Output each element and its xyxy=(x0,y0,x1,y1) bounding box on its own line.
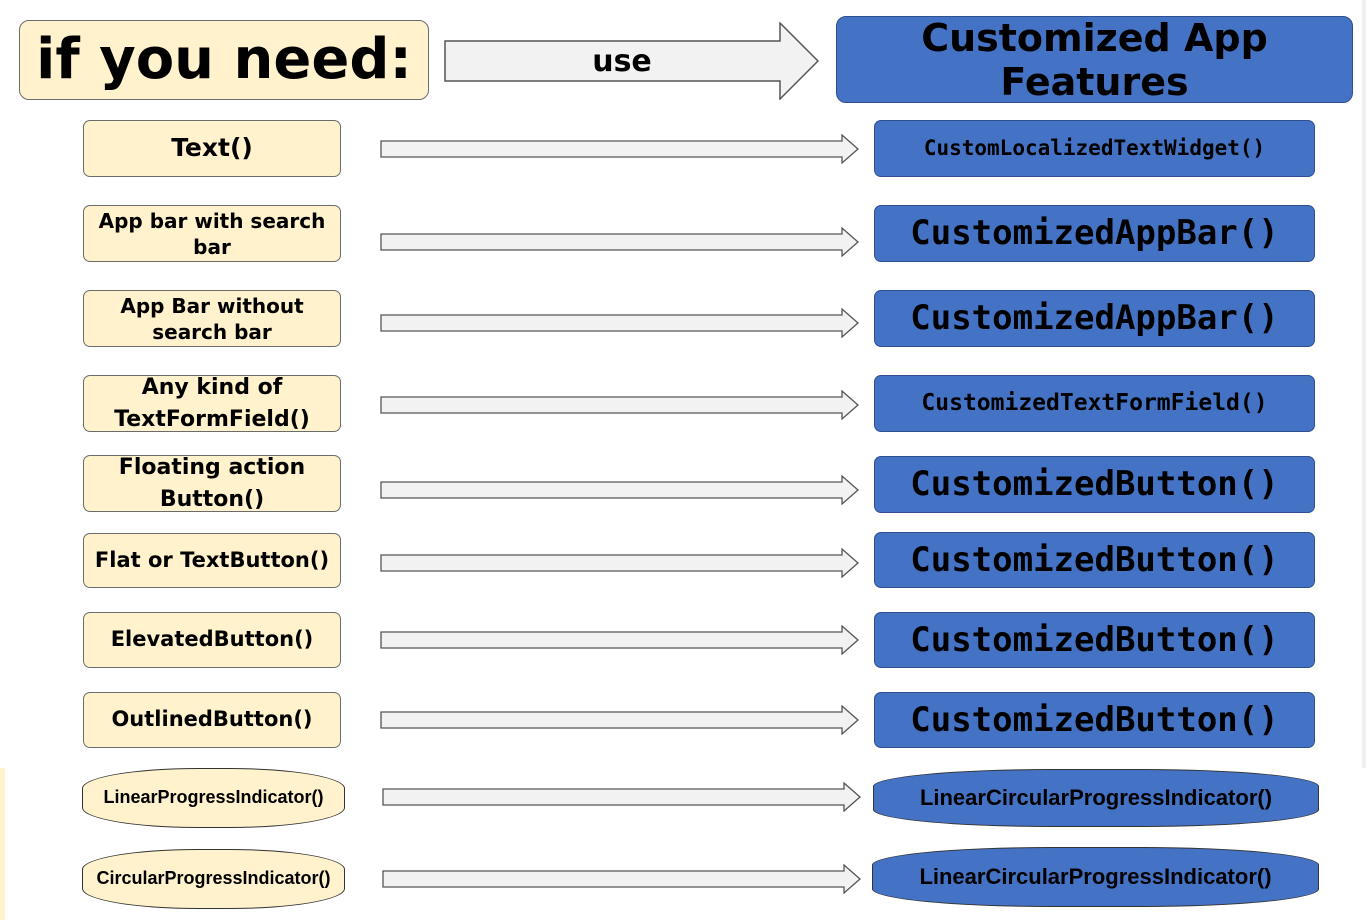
feature-label: CustomizedButton() xyxy=(910,699,1279,740)
feature-label: CustomizedAppBar() xyxy=(910,298,1279,339)
header-need-label: if you need: xyxy=(36,27,412,92)
need-label: App bar with search bar xyxy=(98,208,326,259)
feature-label: CustomizedButton() xyxy=(910,619,1279,660)
need-box: Flat or TextButton() xyxy=(83,533,341,588)
need-label: Floating action Button() xyxy=(118,454,306,512)
feature-box: CustomizedTextFormField() xyxy=(874,375,1315,432)
feature-pill: LinearCircularProgressIndicator() xyxy=(872,847,1319,907)
feature-pill: LinearCircularProgressIndicator() xyxy=(873,769,1319,827)
header-features-box: Customized App Features xyxy=(836,15,1353,104)
need-label: Any kind of TextFormField() xyxy=(114,374,310,432)
need-label: LinearProgressIndicator() xyxy=(103,787,324,808)
arrow-right xyxy=(380,475,859,505)
need-label: Text() xyxy=(171,133,253,163)
header-need-box: if you need: xyxy=(19,20,429,100)
feature-label: CustomLocalizedTextWidget() xyxy=(923,135,1266,160)
feature-box: CustomizedButton() xyxy=(874,692,1315,748)
arrow-right xyxy=(380,134,859,164)
arrow-right xyxy=(380,548,859,578)
need-box-text: Text() xyxy=(83,120,341,177)
need-box: OutlinedButton() xyxy=(83,692,341,748)
need-box: App Bar without search bar xyxy=(83,290,341,347)
need-box: ElevatedButton() xyxy=(83,612,341,668)
feature-label: LinearCircularProgressIndicator() xyxy=(919,863,1272,889)
header-use-label: use xyxy=(592,43,652,79)
feature-box: CustomizedAppBar() xyxy=(874,205,1315,262)
need-label: App Bar without search bar xyxy=(120,293,304,344)
need-label: OutlinedButton() xyxy=(111,707,313,732)
feature-label: CustomizedButton() xyxy=(910,539,1279,580)
need-pill: CircularProgressIndicator() xyxy=(82,849,345,909)
need-label: CircularProgressIndicator() xyxy=(96,868,331,889)
feature-label: LinearCircularProgressIndicator() xyxy=(919,784,1273,810)
feature-box: CustomizedAppBar() xyxy=(874,290,1315,347)
need-box: Any kind of TextFormField() xyxy=(83,375,341,432)
arrow-right xyxy=(380,705,859,735)
feature-box: CustomizedButton() xyxy=(874,456,1315,513)
feature-label: CustomizedButton() xyxy=(910,464,1279,505)
need-label: Flat or TextButton() xyxy=(94,547,330,572)
need-label: ElevatedButton() xyxy=(110,627,314,652)
arrow-right xyxy=(380,390,859,420)
background-strip xyxy=(1362,0,1366,768)
arrow-right xyxy=(382,782,861,812)
arrow-right xyxy=(380,308,859,338)
feature-label: CustomizedAppBar() xyxy=(910,213,1279,254)
feature-box: CustomLocalizedTextWidget() xyxy=(874,120,1315,177)
feature-label: CustomizedTextFormField() xyxy=(921,389,1268,416)
arrow-right xyxy=(380,625,859,655)
need-box: Floating action Button() xyxy=(83,455,341,512)
feature-box: CustomizedButton() xyxy=(874,612,1315,668)
background-strip xyxy=(0,768,5,920)
need-pill: LinearProgressIndicator() xyxy=(82,768,345,828)
feature-box: CustomizedButton() xyxy=(874,532,1315,588)
arrow-right xyxy=(380,227,859,257)
header-features-label: Customized App Features xyxy=(921,15,1268,104)
need-box: App bar with search bar xyxy=(83,205,341,262)
arrow-right xyxy=(382,864,861,894)
